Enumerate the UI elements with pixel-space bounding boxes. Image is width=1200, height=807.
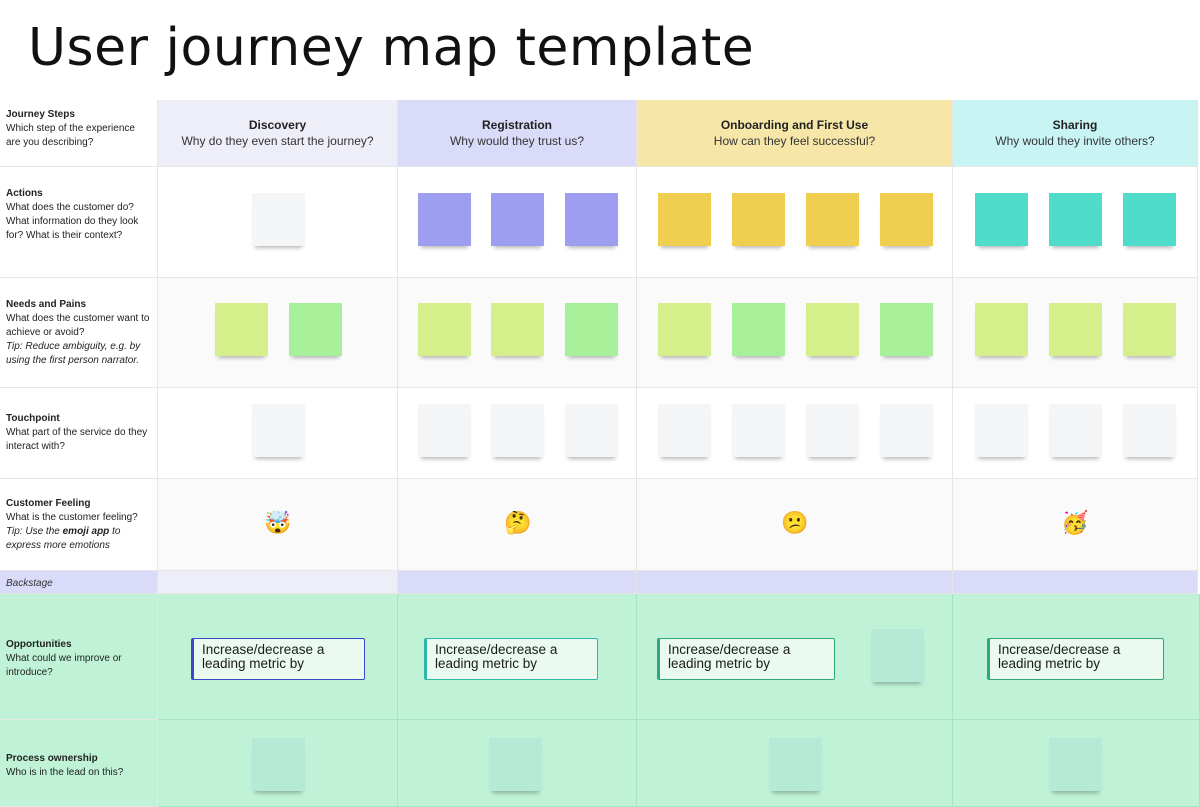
stage-question: Why would they invite others?	[995, 134, 1155, 148]
sticky-note-white[interactable]	[658, 404, 711, 457]
sticky-note-mint[interactable]	[1049, 738, 1102, 791]
sticky-note-white[interactable]	[491, 404, 544, 457]
stage-question: Why would they trust us?	[449, 134, 585, 148]
row-tip: Tip: Use the emoji app to express more e…	[6, 525, 151, 553]
sticky-note-lime[interactable]	[658, 303, 711, 356]
sticky-note-white[interactable]	[806, 404, 859, 457]
sticky-note-lime[interactable]	[215, 303, 268, 356]
sticky-note-mint[interactable]	[769, 738, 822, 791]
sticky-note-purple[interactable]	[418, 193, 471, 246]
row-title: Touchpoint	[6, 413, 60, 424]
row-title: Needs and Pains	[6, 299, 87, 310]
sticky-note-lime[interactable]	[418, 303, 471, 356]
row-desc: What could we improve or introduce?	[6, 653, 122, 678]
row-label-needs-and-pains: Needs and Pains What does the customer w…	[0, 278, 158, 388]
sticky-note-white[interactable]	[1123, 404, 1176, 457]
sticky-note-white[interactable]	[418, 404, 471, 457]
row-label-touchpoint: Touchpoint What part of the service do t…	[0, 388, 158, 479]
row-desc: What is the customer feeling?	[6, 512, 138, 523]
stage-name: Sharing	[1052, 118, 1098, 132]
sticky-note-white[interactable]	[975, 404, 1028, 457]
sticky-note-purple[interactable]	[491, 193, 544, 246]
sticky-note-mint[interactable]	[871, 629, 924, 682]
sticky-note-lime[interactable]	[975, 303, 1028, 356]
stage-name: Discovery	[248, 118, 307, 132]
stage-name: Registration	[481, 118, 552, 132]
stage-header-sharing: Sharing Why would they invite others?	[953, 100, 1198, 167]
backstage-band	[158, 571, 398, 594]
sticky-note-yellow[interactable]	[806, 193, 859, 246]
metric-card[interactable]: Increase/decrease a leading metric by	[987, 638, 1164, 680]
sticky-note-mint[interactable]	[252, 738, 305, 791]
sticky-note-teal[interactable]	[975, 193, 1028, 246]
partying-face-emoji[interactable]: 🥳	[1060, 510, 1090, 536]
row-label-actions: Actions What does the customer do? What …	[0, 167, 158, 278]
sticky-note-mint[interactable]	[489, 738, 542, 791]
row-label-customer-feeling: Customer Feeling What is the customer fe…	[0, 479, 158, 571]
row-label-opportunities: Opportunities What could we improve or i…	[0, 594, 158, 720]
sticky-note-lime[interactable]	[806, 303, 859, 356]
stage-header-discovery: Discovery Why do they even start the jou…	[158, 100, 398, 167]
confused-face-emoji[interactable]: 😕	[780, 510, 810, 536]
sticky-note-purple[interactable]	[565, 193, 618, 246]
sticky-note-white[interactable]	[880, 404, 933, 457]
stage-question: How can they feel successful?	[713, 134, 876, 148]
sticky-note-teal[interactable]	[1049, 193, 1102, 246]
sticky-note-green[interactable]	[880, 303, 933, 356]
sticky-note-white[interactable]	[565, 404, 618, 457]
row-title: Actions	[6, 188, 43, 199]
sticky-note-lime[interactable]	[491, 303, 544, 356]
sticky-note-green[interactable]	[565, 303, 618, 356]
stage-header-registration: Registration Why would they trust us?	[398, 100, 637, 167]
journey-map-board: Journey Steps Which step of the experien…	[0, 100, 1200, 807]
row-desc: Which step of the experience are you des…	[6, 123, 135, 148]
backstage-band	[637, 571, 953, 594]
sticky-note-yellow[interactable]	[880, 193, 933, 246]
row-label-process-ownership: Process ownership Who is in the lead on …	[0, 720, 158, 807]
sticky-note-green[interactable]	[289, 303, 342, 356]
metric-card[interactable]: Increase/decrease a leading metric by	[657, 638, 835, 680]
metric-card[interactable]: Increase/decrease a leading metric by	[191, 638, 365, 680]
sticky-note-yellow[interactable]	[658, 193, 711, 246]
sticky-note-green[interactable]	[732, 303, 785, 356]
row-desc: What part of the service do they interac…	[6, 427, 148, 452]
sticky-note-white[interactable]	[732, 404, 785, 457]
row-desc: What does the customer do? What informat…	[6, 202, 139, 241]
backstage-band	[953, 571, 1198, 594]
row-label-backstage: Backstage	[0, 571, 158, 594]
sticky-note-lime[interactable]	[1049, 303, 1102, 356]
row-desc: What does the customer want to achieve o…	[6, 313, 150, 338]
stage-header-onboarding: Onboarding and First Use How can they fe…	[637, 100, 953, 167]
row-label-journey-steps: Journey Steps Which step of the experien…	[0, 100, 158, 167]
sticky-note-white[interactable]	[252, 193, 305, 246]
sticky-note-lime[interactable]	[1123, 303, 1176, 356]
row-tip: Tip: Reduce ambiguity, e.g. by using the…	[6, 341, 141, 366]
row-title: Customer Feeling	[6, 498, 91, 509]
backstage-band	[398, 571, 637, 594]
row-title: Journey Steps	[6, 109, 75, 120]
row-title: Opportunities	[6, 639, 72, 650]
row-title: Process ownership	[6, 753, 98, 764]
emoji-app-link[interactable]: emoji app	[63, 526, 110, 537]
row-desc: Who is in the lead on this?	[6, 767, 124, 778]
sticky-note-white[interactable]	[1049, 404, 1102, 457]
stage-name: Onboarding and First Use	[720, 118, 869, 132]
metric-card[interactable]: Increase/decrease a leading metric by	[424, 638, 598, 680]
sticky-note-yellow[interactable]	[732, 193, 785, 246]
exploding-head-emoji[interactable]: 🤯	[263, 510, 293, 536]
grid-cell	[158, 278, 398, 388]
stage-question: Why do they even start the journey?	[181, 134, 374, 148]
tip-pre: Tip: Use the	[6, 526, 63, 537]
sticky-note-teal[interactable]	[1123, 193, 1176, 246]
sticky-note-white[interactable]	[252, 404, 305, 457]
page-title: User journey map template	[28, 18, 755, 78]
thinking-face-emoji[interactable]: 🤔	[503, 510, 533, 536]
